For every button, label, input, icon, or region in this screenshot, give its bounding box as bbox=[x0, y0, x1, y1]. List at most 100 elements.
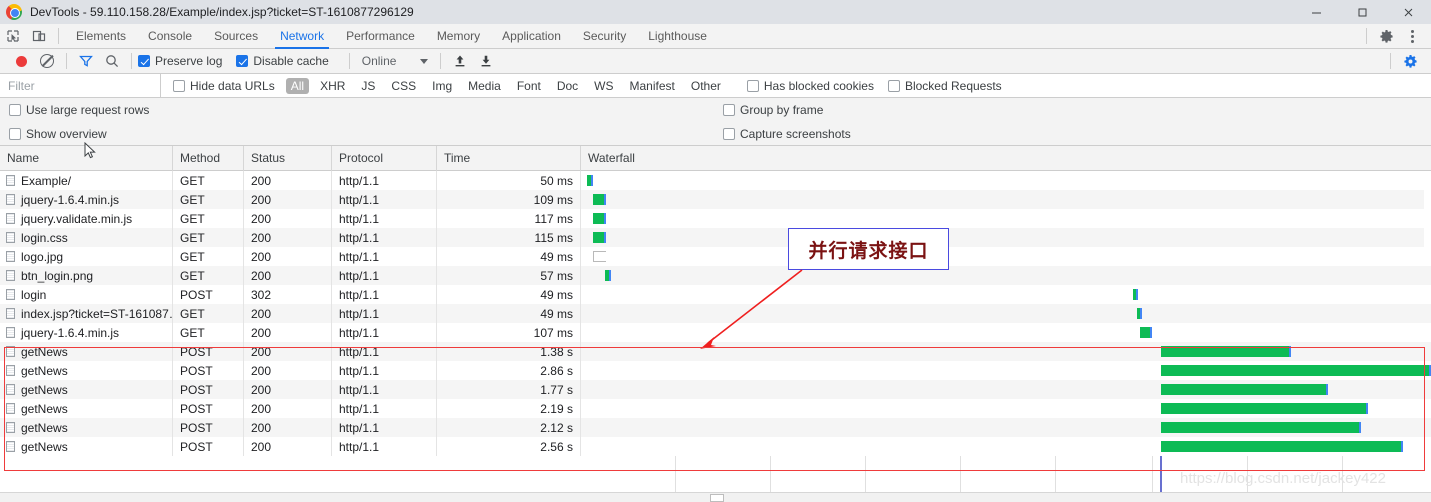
device-toolbar-icon[interactable] bbox=[26, 24, 52, 48]
column-header-waterfall[interactable]: Waterfall bbox=[581, 146, 1431, 171]
disable-cache-checkbox[interactable]: Disable cache bbox=[236, 54, 329, 68]
throttling-dropdown[interactable]: Online bbox=[356, 54, 429, 68]
cell-method: POST bbox=[173, 380, 244, 399]
request-name: login bbox=[21, 287, 47, 302]
window-title: DevTools - 59.110.158.28/Example/index.j… bbox=[30, 5, 414, 19]
capture-screenshots-checkbox[interactable]: Capture screenshots bbox=[723, 127, 851, 141]
column-header-protocol[interactable]: Protocol bbox=[332, 145, 437, 171]
cell-time: 49 ms bbox=[437, 247, 581, 266]
resource-type-manifest[interactable]: Manifest bbox=[625, 78, 680, 94]
gear-icon[interactable] bbox=[1373, 24, 1399, 48]
checkbox-box bbox=[173, 79, 185, 92]
cell-status: 200 bbox=[244, 380, 332, 399]
table-row[interactable]: getNews POST 200 http/1.1 1.38 s bbox=[0, 342, 1431, 361]
request-name: Example/ bbox=[21, 173, 72, 188]
blocked-requests-checkbox[interactable]: Blocked Requests bbox=[887, 79, 1002, 93]
export-har-icon[interactable] bbox=[473, 49, 499, 73]
cell-protocol: http/1.1 bbox=[332, 361, 437, 380]
table-row[interactable]: index.jsp?ticket=ST-161087… GET 200 http/1.… bbox=[0, 304, 1431, 323]
requests-table-body: Example/GET 200 http/1.1 50 ms jquery-1.6.4.… bbox=[0, 171, 1431, 483]
show-overview-checkbox[interactable]: Show overview bbox=[0, 127, 107, 141]
resource-type-xhr[interactable]: XHR bbox=[315, 78, 350, 94]
vertical-scrollbar[interactable] bbox=[1424, 171, 1431, 251]
tab-application[interactable]: Application bbox=[491, 24, 572, 49]
resource-type-all[interactable]: All bbox=[285, 77, 310, 94]
cell-name: btn_login.png bbox=[0, 266, 173, 285]
disable-cache-label: Disable cache bbox=[253, 54, 329, 68]
cell-status: 200 bbox=[244, 171, 332, 190]
cell-waterfall bbox=[581, 304, 1431, 323]
resource-type-css[interactable]: CSS bbox=[386, 78, 421, 94]
tab-sources[interactable]: Sources bbox=[203, 24, 269, 49]
hide-data-urls-checkbox[interactable]: Hide data URLs bbox=[173, 79, 275, 93]
kebab-menu-icon[interactable] bbox=[1399, 24, 1425, 48]
minimize-button[interactable] bbox=[1293, 0, 1339, 24]
cell-waterfall bbox=[581, 228, 1431, 247]
cell-status: 200 bbox=[244, 418, 332, 437]
cell-name: getNews bbox=[0, 437, 173, 456]
resource-type-font[interactable]: Font bbox=[512, 78, 546, 94]
table-row[interactable]: getNews POST 200 http/1.1 1.77 s bbox=[0, 380, 1431, 399]
filter-funnel-icon[interactable] bbox=[73, 49, 99, 73]
resource-type-ws[interactable]: WS bbox=[589, 78, 618, 94]
search-icon[interactable] bbox=[99, 49, 125, 73]
cell-protocol: http/1.1 bbox=[332, 266, 437, 285]
gear-icon-blue[interactable] bbox=[1397, 49, 1423, 73]
close-button[interactable] bbox=[1385, 0, 1431, 24]
table-row[interactable]: login POST 302 http/1.1 49 ms bbox=[0, 285, 1431, 304]
waterfall-bar bbox=[587, 175, 593, 186]
file-type-icon bbox=[6, 308, 15, 319]
column-header-status[interactable]: Status bbox=[244, 145, 332, 171]
window-controls bbox=[1293, 0, 1431, 24]
table-row[interactable]: btn_login.png GET 200 http/1.1 57 ms bbox=[0, 266, 1431, 285]
column-header-name[interactable]: Name bbox=[0, 145, 173, 171]
table-row[interactable]: logo.jpg GET 200 http/1.1 49 ms bbox=[0, 247, 1431, 266]
inspect-element-icon[interactable] bbox=[0, 24, 26, 48]
has-blocked-cookies-checkbox[interactable]: Has blocked cookies bbox=[746, 79, 874, 93]
table-row[interactable]: jquery-1.6.4.min.js GET 200 http/1.1 109 ms bbox=[0, 190, 1431, 209]
table-row[interactable]: jquery.validate.min.js GET 200 http/1.1 117 … bbox=[0, 209, 1431, 228]
cell-waterfall bbox=[581, 171, 1431, 190]
cell-method: POST bbox=[173, 399, 244, 418]
table-row[interactable]: Example/GET 200 http/1.1 50 ms bbox=[0, 171, 1431, 190]
preserve-log-checkbox[interactable]: Preserve log bbox=[138, 54, 222, 68]
cell-status: 200 bbox=[244, 266, 332, 285]
table-row[interactable]: getNews POST 200 http/1.1 2.12 s bbox=[0, 418, 1431, 437]
maximize-button[interactable] bbox=[1339, 0, 1385, 24]
tab-memory[interactable]: Memory bbox=[426, 24, 491, 49]
table-row[interactable]: login.css GET 200 http/1.1 115 ms bbox=[0, 228, 1431, 247]
record-stop-icon[interactable] bbox=[8, 49, 34, 73]
scrollbar-thumb[interactable] bbox=[710, 494, 724, 502]
resource-type-other[interactable]: Other bbox=[686, 78, 726, 94]
waterfall-bar bbox=[1161, 346, 1291, 357]
tab-lighthouse[interactable]: Lighthouse bbox=[637, 24, 718, 49]
tab-console[interactable]: Console bbox=[137, 24, 203, 49]
resource-type-js[interactable]: JS bbox=[356, 78, 380, 94]
cell-waterfall bbox=[581, 285, 1431, 304]
tab-network[interactable]: Network bbox=[269, 24, 335, 49]
filter-input[interactable] bbox=[0, 74, 160, 97]
use-large-request-rows-checkbox[interactable]: Use large request rows bbox=[0, 103, 149, 117]
tab-performance[interactable]: Performance bbox=[335, 24, 426, 49]
resource-type-doc[interactable]: Doc bbox=[552, 78, 583, 94]
column-header-method[interactable]: Method bbox=[173, 145, 244, 171]
tab-elements[interactable]: Elements bbox=[65, 24, 137, 49]
options-row-2: Show overview Capture screenshots bbox=[0, 122, 1431, 146]
table-row[interactable]: getNews POST 200 http/1.1 2.56 s bbox=[0, 437, 1431, 456]
clear-icon[interactable] bbox=[34, 49, 60, 73]
file-type-icon bbox=[6, 289, 15, 300]
watermark: https://blog.csdn.net/jackey422 bbox=[1180, 470, 1386, 487]
table-row[interactable]: getNews POST 200 http/1.1 2.86 s bbox=[0, 361, 1431, 380]
table-row[interactable]: jquery-1.6.4.min.js GET 200 http/1.1 107 ms bbox=[0, 323, 1431, 342]
waterfall-bar bbox=[1161, 365, 1431, 376]
table-row[interactable]: getNews POST 200 http/1.1 2.19 s bbox=[0, 399, 1431, 418]
import-har-icon[interactable] bbox=[447, 49, 473, 73]
resource-type-img[interactable]: Img bbox=[427, 78, 457, 94]
horizontal-scrollbar[interactable] bbox=[0, 492, 1431, 502]
column-header-time[interactable]: Time bbox=[437, 145, 581, 171]
tab-security[interactable]: Security bbox=[572, 24, 637, 49]
cell-method: GET bbox=[173, 171, 244, 190]
resource-type-media[interactable]: Media bbox=[463, 78, 506, 94]
cell-status: 302 bbox=[244, 285, 332, 304]
group-by-frame-checkbox[interactable]: Group by frame bbox=[723, 103, 823, 117]
